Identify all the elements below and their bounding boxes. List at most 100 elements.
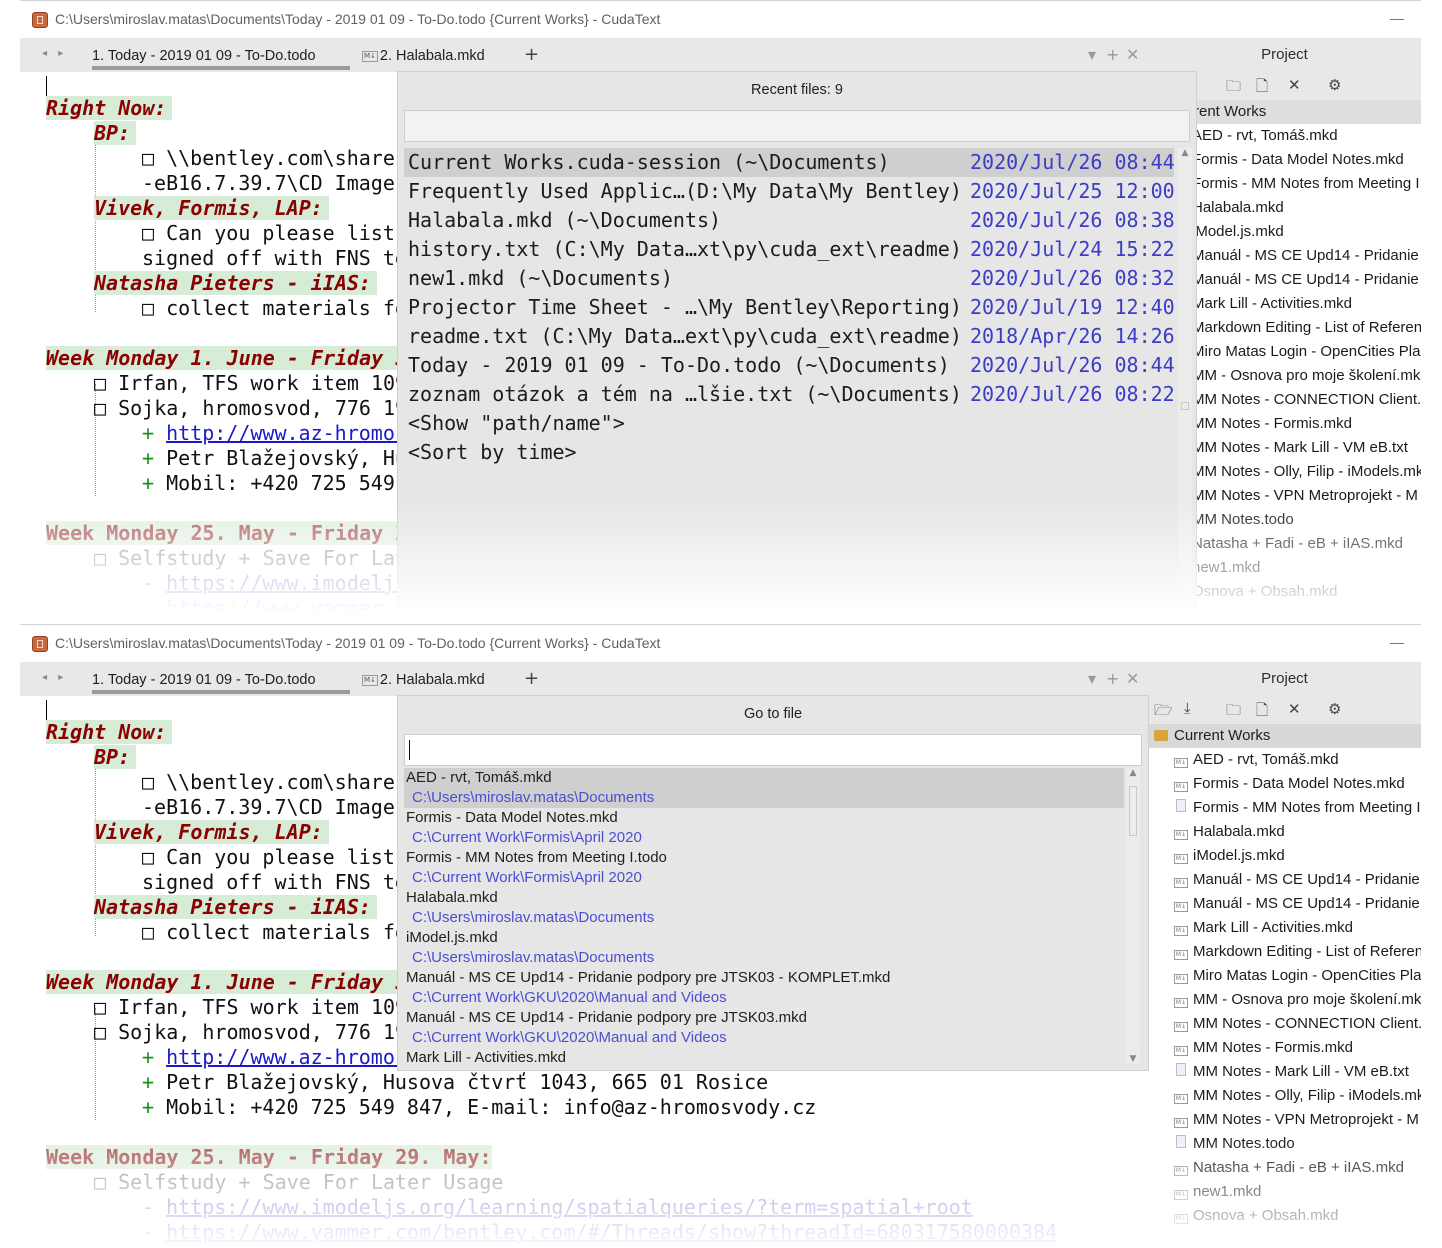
settings-icon[interactable]: ⚙ (1328, 700, 1341, 718)
minimize-button[interactable] (1390, 19, 1404, 20)
tab-menu-icon[interactable]: ▾ (1088, 669, 1096, 688)
project-file-item[interactable]: MM Notes - Mark Lill - VM eB.txt (1148, 1060, 1421, 1084)
close-tab-icon[interactable]: ✕ (1126, 669, 1139, 688)
tab-menu-icon[interactable]: ▾ (1088, 45, 1096, 64)
recent-file-item[interactable]: Frequently Used Applic…(D:\My Data\My Be… (404, 177, 1175, 206)
markdown-file-icon: M↓ (1174, 950, 1188, 960)
project-file-item[interactable]: M↓Manuál - MS CE Upd14 - Pridanie podpor… (1148, 892, 1421, 916)
markdown-file-icon: M↓ (1174, 998, 1188, 1008)
project-file-item[interactable]: M↓ Osnova + Obsah.mkd (1148, 1204, 1421, 1228)
scroll-up-arrow-icon[interactable]: ▲ (1126, 768, 1140, 778)
editor-line: + http://www.az-hromos (142, 421, 407, 445)
scroll-thumb[interactable] (1181, 402, 1189, 410)
download-icon[interactable]: ⤓ (1184, 700, 1191, 717)
hyperlink[interactable]: http://www.az-hromos (166, 421, 407, 445)
tab-bar: ◂ ▸ 1. Today - 2019 01 09 - To-Do.todo M… (20, 38, 1148, 72)
markdown-file-icon: M↓ (1174, 902, 1188, 912)
project-file-item[interactable]: M↓ AED - rvt, Tomáš.mkd (1148, 748, 1421, 772)
recent-file-item[interactable]: Halabala.mkd (~\Documents) 2020/Jul/26 08… (404, 206, 1175, 235)
settings-icon[interactable]: ⚙ (1328, 76, 1341, 94)
project-file-item[interactable]: M↓Manuál - MS CE Upd14 - Pridanie podpor… (1148, 868, 1421, 892)
go-to-file-scrollbar[interactable]: ▲ ▼ (1126, 768, 1140, 1064)
minimize-button[interactable] (1390, 643, 1404, 644)
recent-file-item[interactable]: Current Works.cuda-session (~\Documents)… (404, 148, 1175, 177)
close-icon[interactable]: ✕ (1288, 76, 1301, 94)
go-to-file-item[interactable]: Manuál - MS CE Upd14 - Pridanie podpory … (404, 968, 1124, 1008)
project-file-item[interactable]: M↓ Natasha + Fadi - eB + iIAS.mkd (1148, 1156, 1421, 1180)
recent-file-item[interactable]: Today - 2019 01 09 - To-Do.todo (~\Docum… (404, 351, 1175, 380)
markdown-file-icon: M↓ (1174, 758, 1188, 768)
go-to-file-item[interactable]: AED - rvt, Tomáš.mkd C:\Users\miroslav.ma… (404, 768, 1124, 808)
new-file-icon[interactable]: 🗋 (1256, 700, 1268, 725)
show-path-name-command[interactable]: <Show "path/name"> (404, 409, 1174, 438)
scroll-down-arrow-icon[interactable]: ▼ (1126, 1054, 1140, 1064)
go-to-file-item[interactable]: iModel.js.mkd C:\Users\miroslav.matas\Doc… (404, 928, 1124, 968)
project-file-item[interactable]: M↓ iModel.js.mkd (1148, 844, 1421, 868)
project-file-item[interactable]: MM Notes.todo (1148, 1132, 1421, 1156)
editor-line: -eB16.7.39.7\CD Images (142, 171, 407, 195)
recent-file-item[interactable]: new1.mkd (~\Documents) 2020/Jul/26 08:32 (404, 264, 1175, 293)
tab-scroll-arrows[interactable]: ◂ ▸ (42, 48, 67, 59)
recent-files-scrollbar[interactable]: ▲ (1178, 148, 1192, 608)
project-file-item[interactable]: M↓ new1.mkd (1148, 1180, 1421, 1204)
project-file-item[interactable]: M↓ MM Notes - VPN Metroprojekt - M (1148, 1108, 1421, 1132)
go-to-file-item[interactable]: Formis - Data Model Notes.mkd C:\Current … (404, 808, 1124, 848)
recent-files-filter-input[interactable] (404, 110, 1190, 142)
markdown-file-icon: M↓ (1174, 1046, 1188, 1056)
editor-line: □ Selfstudy + Save For Later Usage (94, 1170, 504, 1194)
title-bar: C:\Users\miroslav.matas\Documents\Today … (20, 624, 1421, 663)
go-to-file-item[interactable]: Halabala.mkd C:\Users\miroslav.matas\Docu… (404, 888, 1124, 928)
text-file-icon (1176, 1063, 1186, 1076)
markdown-file-icon: M↓ (1174, 1190, 1188, 1200)
project-file-item[interactable]: M↓ Formis - Data Model Notes.mkd (1148, 772, 1421, 796)
hyperlink[interactable]: https://www.imodeljs.org/learning/spatia… (166, 1195, 973, 1219)
go-to-file-item[interactable]: Mark Lill - Activities.mkd (404, 1048, 1124, 1064)
editor-line: BP: (94, 121, 137, 146)
recent-file-item[interactable]: readme.txt (C:\My Data…ext\py\cuda_ext\r… (404, 322, 1175, 351)
markdown-file-icon: M↓ (1174, 1166, 1188, 1176)
new-tab-icon[interactable]: + (1106, 669, 1119, 688)
tab-label: 2. Halabala.mkd (379, 672, 485, 688)
new-file-icon[interactable]: 🗋 (1256, 76, 1268, 101)
tab-scroll-arrows[interactable]: ◂ ▸ (42, 672, 67, 683)
folder-icon[interactable]: 🗀 (1226, 700, 1241, 725)
tab-bar: ◂ ▸ 1. Today - 2019 01 09 - To-Do.todo M… (20, 662, 1148, 696)
project-file-item[interactable]: M↓ MM - Osnova pro moje školení.mkd (1148, 988, 1421, 1012)
project-file-item[interactable]: M↓ Halabala.mkd (1148, 820, 1421, 844)
project-file-item[interactable]: M↓Miro Matas Login - OpenCities Planner (1148, 964, 1421, 988)
sort-by-time-command[interactable]: <Sort by time> (404, 438, 1174, 467)
tab-today-todo[interactable]: 1. Today - 2019 01 09 - To-Do.todo (92, 38, 350, 72)
project-file-item[interactable]: M↓MM Notes - CONNECTION Client.mkd (1148, 1012, 1421, 1036)
project-file-item[interactable]: M↓ Mark Lill - Activities.mkd (1148, 916, 1421, 940)
project-root-node[interactable]: Current Works (1148, 724, 1421, 748)
editor-line: Natasha Pieters - iIAS: (94, 895, 377, 920)
tab-halabala[interactable]: M↓ 2. Halabala.mkd (362, 662, 485, 696)
go-to-file-search-input[interactable] (404, 734, 1142, 766)
go-to-file-item[interactable]: Manuál - MS CE Upd14 - Pridanie podpory … (404, 1008, 1124, 1048)
scroll-thumb[interactable] (1129, 786, 1137, 836)
add-tab-button[interactable]: + (524, 44, 539, 65)
markdown-file-icon: M↓ (1174, 974, 1188, 984)
folder-open-icon[interactable]: 🗁 (1154, 700, 1173, 725)
go-to-file-item[interactable]: Formis - MM Notes from Meeting I.todo C:\… (404, 848, 1124, 888)
hyperlink[interactable]: https://www.yammer.com/bentley.com/#/Thr… (166, 1220, 1057, 1244)
tab-halabala[interactable]: M↓ 2. Halabala.mkd (362, 38, 485, 72)
project-file-item[interactable]: M↓ MM Notes - Olly, Filip - iModels.mkd (1148, 1084, 1421, 1108)
add-tab-button[interactable]: + (524, 668, 539, 689)
new-tab-icon[interactable]: + (1106, 45, 1119, 64)
project-file-item[interactable]: M↓Markdown Editing - List of References (1148, 940, 1421, 964)
editor-line: □ Sojka, hromosvod, 776 19 (94, 396, 408, 420)
folder-icon[interactable]: 🗀 (1226, 76, 1241, 101)
editor-line: signed off with FNS te (142, 246, 407, 270)
close-tab-icon[interactable]: ✕ (1126, 45, 1139, 64)
tab-today-todo[interactable]: 1. Today - 2019 01 09 - To-Do.todo (92, 662, 350, 696)
project-file-item[interactable]: Formis - MM Notes from Meeting I.todo (1148, 796, 1421, 820)
recent-file-item[interactable]: Projector Time Sheet - …\My Bentley\Repo… (404, 293, 1175, 322)
cudatext-app-icon (32, 636, 48, 652)
scroll-up-arrow-icon[interactable]: ▲ (1178, 148, 1192, 158)
recent-file-item[interactable]: zoznam otázok a tém na …lšie.txt (~\Docu… (404, 380, 1175, 409)
close-icon[interactable]: ✕ (1288, 700, 1301, 718)
hyperlink[interactable]: http://www.az-hromos (166, 1045, 407, 1069)
recent-file-item[interactable]: history.txt (C:\My Data…xt\py\cuda_ext\r… (404, 235, 1175, 264)
project-file-item[interactable]: M↓ MM Notes - Formis.mkd (1148, 1036, 1421, 1060)
